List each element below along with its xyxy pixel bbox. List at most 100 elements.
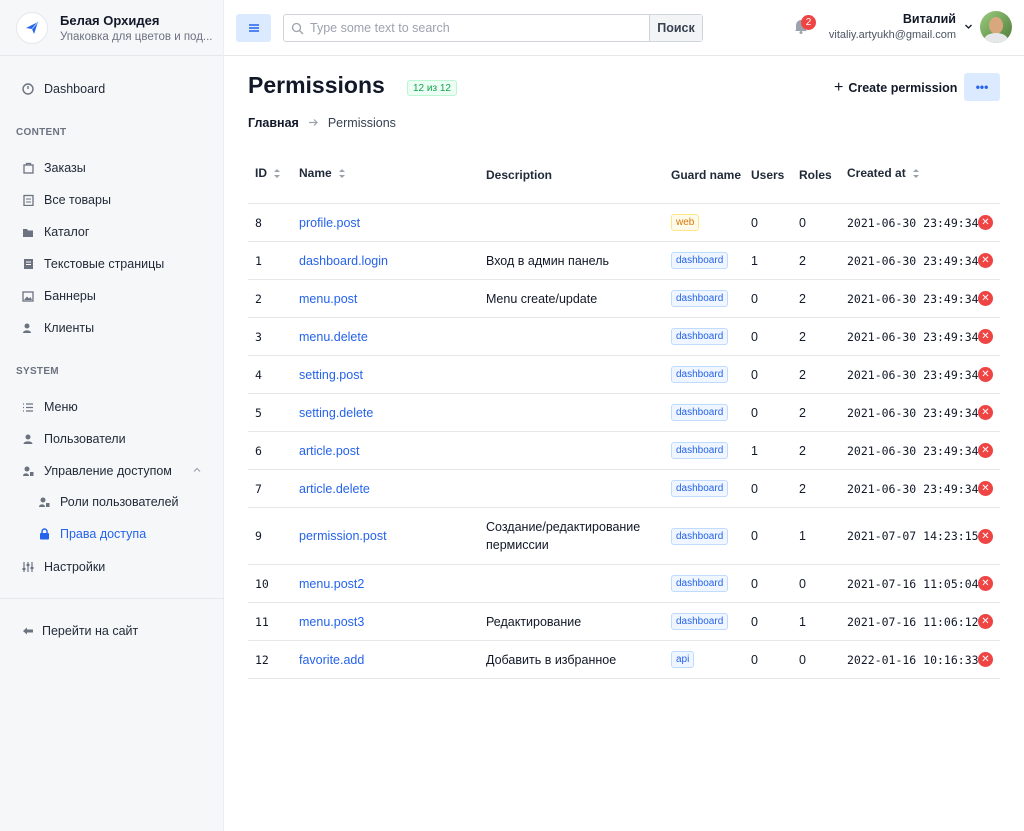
cell-created-at: 2021-06-30 23:49:34 <box>847 329 979 344</box>
sidebar-item-banners[interactable]: Баннеры <box>0 283 224 309</box>
cell-roles: 2 <box>799 329 806 344</box>
sidebar-item-permissions[interactable]: Права доступа <box>0 521 224 547</box>
permission-name-link[interactable]: article.delete <box>299 470 370 507</box>
sidebar-item-orders[interactable]: Заказы <box>0 155 224 181</box>
sidebar-item-label: Роли пользователей <box>60 495 179 509</box>
permission-name-link[interactable]: setting.post <box>299 356 363 393</box>
guard-badge: dashboard <box>671 328 729 345</box>
create-permission-button[interactable]: + Create permission <box>834 79 957 97</box>
cell-guard: dashboard <box>671 318 729 355</box>
cell-id: 6 <box>255 443 262 458</box>
chevron-up-icon[interactable] <box>192 464 202 478</box>
ellipsis-icon: ••• <box>975 80 989 94</box>
table-row: 10 menu.post2 dashboard 0 0 2021-07-16 11:05:… <box>248 565 1000 603</box>
lock-icon <box>38 528 50 540</box>
column-header-created[interactable]: Created at <box>847 166 920 180</box>
delete-icon[interactable]: ✕ <box>978 576 993 591</box>
delete-icon[interactable]: ✕ <box>978 215 993 230</box>
permission-name-link[interactable]: dashboard.login <box>299 242 388 279</box>
sort-icon[interactable] <box>338 168 346 179</box>
permission-name-link[interactable]: menu.post3 <box>299 603 364 640</box>
search-button[interactable]: Поиск <box>649 15 702 41</box>
delete-icon[interactable]: ✕ <box>978 253 993 268</box>
sidebar-item-access-control[interactable]: Управление доступом <box>0 458 224 484</box>
cell-created-at: 2021-06-30 23:49:34 <box>847 291 979 306</box>
permission-name-link[interactable]: article.post <box>299 432 359 469</box>
column-header-id[interactable]: ID <box>255 166 281 180</box>
sidebar-item-user-roles[interactable]: Роли пользователей <box>0 489 224 515</box>
sidebar-item-dashboard[interactable]: Dashboard <box>0 76 224 102</box>
cell-actions: ✕ <box>978 641 993 678</box>
guard-badge: dashboard <box>671 366 729 383</box>
sidebar-item-settings[interactable]: Настройки <box>0 554 224 580</box>
delete-icon[interactable]: ✕ <box>978 652 993 667</box>
logo-icon <box>16 11 48 44</box>
delete-icon[interactable]: ✕ <box>978 528 993 544</box>
column-header-label: Created at <box>847 166 906 180</box>
delete-icon[interactable]: ✕ <box>978 481 993 496</box>
sidebar-item-clients[interactable]: Клиенты <box>0 315 224 341</box>
sort-icon[interactable] <box>912 168 920 179</box>
permission-name-link[interactable]: menu.post <box>299 280 357 317</box>
cell-description: Вход в админ панель <box>486 253 610 268</box>
column-header-label: Name <box>299 166 332 180</box>
delete-icon[interactable]: ✕ <box>978 329 993 344</box>
cell-users: 0 <box>751 529 758 543</box>
menu-toggle-button[interactable] <box>236 14 271 42</box>
notification-badge: 2 <box>801 15 816 30</box>
search-bar: Поиск <box>283 14 703 42</box>
table-row: 12 favorite.add Добавить в избранное api 0 0 2… <box>248 641 1000 679</box>
sort-icon[interactable] <box>273 168 281 179</box>
breadcrumb-home[interactable]: Главная <box>248 116 299 130</box>
column-header-name[interactable]: Name <box>299 166 346 180</box>
guard-badge: dashboard <box>671 480 729 497</box>
permission-name-link[interactable]: setting.delete <box>299 394 373 431</box>
cell-guard: dashboard <box>671 394 729 431</box>
cell-id: 8 <box>255 215 262 230</box>
cell-id: 4 <box>255 367 262 382</box>
sidebar-item-text-pages[interactable]: Текстовые страницы <box>0 251 224 277</box>
search-input[interactable] <box>310 15 649 41</box>
sidebar-item-users[interactable]: Пользователи <box>0 426 224 452</box>
breadcrumb: Главная Permissions <box>248 116 396 130</box>
permission-name-link[interactable]: menu.delete <box>299 318 368 355</box>
permission-name-link[interactable]: profile.post <box>299 204 360 241</box>
column-header-description: Description <box>486 168 553 182</box>
delete-icon[interactable]: ✕ <box>978 291 993 306</box>
cell-roles: 1 <box>799 529 806 543</box>
user-menu[interactable]: Виталий vitaliy.artyukh@gmail.com <box>829 12 956 41</box>
sidebar-item-products[interactable]: Все товары <box>0 187 224 213</box>
cell-description: Редактирование <box>486 614 582 629</box>
permission-name-link[interactable]: favorite.add <box>299 641 364 678</box>
chevron-down-icon[interactable] <box>964 22 973 33</box>
sidebar-item-go-site[interactable]: Перейти на сайт <box>0 618 224 644</box>
permission-name-link[interactable]: permission.post <box>299 508 387 564</box>
cell-actions: ✕ <box>978 432 993 469</box>
users-icon <box>22 322 34 334</box>
table-row: 1 dashboard.login Вход в админ панель dashb… <box>248 242 1000 280</box>
guard-badge: dashboard <box>671 575 729 592</box>
more-options-button[interactable]: ••• <box>964 73 1000 101</box>
sidebar-item-label: Dashboard <box>44 82 106 96</box>
delete-icon[interactable]: ✕ <box>978 614 993 629</box>
user-lock-icon <box>22 465 34 477</box>
delete-icon[interactable]: ✕ <box>978 405 993 420</box>
image-icon <box>22 290 34 302</box>
cell-id: 7 <box>255 481 262 496</box>
brand-name: Белая Орхидея <box>60 12 160 28</box>
brand[interactable]: Белая Орхидея Упаковка для цветов и под.… <box>0 0 223 56</box>
cell-roles: 2 <box>799 291 806 306</box>
table-row: 5 setting.delete dashboard 0 2 2021-06-30 23:… <box>248 394 1000 432</box>
cell-actions: ✕ <box>978 565 993 602</box>
delete-icon[interactable]: ✕ <box>978 443 993 458</box>
sidebar-item-catalog[interactable]: Каталог <box>0 219 224 245</box>
column-header-guard: Guard name <box>671 168 742 182</box>
cell-guard: dashboard <box>671 432 729 469</box>
avatar[interactable] <box>980 11 1012 43</box>
permission-name-link[interactable]: menu.post2 <box>299 565 364 602</box>
cell-guard: dashboard <box>671 565 729 602</box>
sidebar-item-label: Меню <box>44 400 78 414</box>
sidebar-item-menu[interactable]: Меню <box>0 394 224 420</box>
delete-icon[interactable]: ✕ <box>978 367 993 382</box>
cell-id: 5 <box>255 405 262 420</box>
